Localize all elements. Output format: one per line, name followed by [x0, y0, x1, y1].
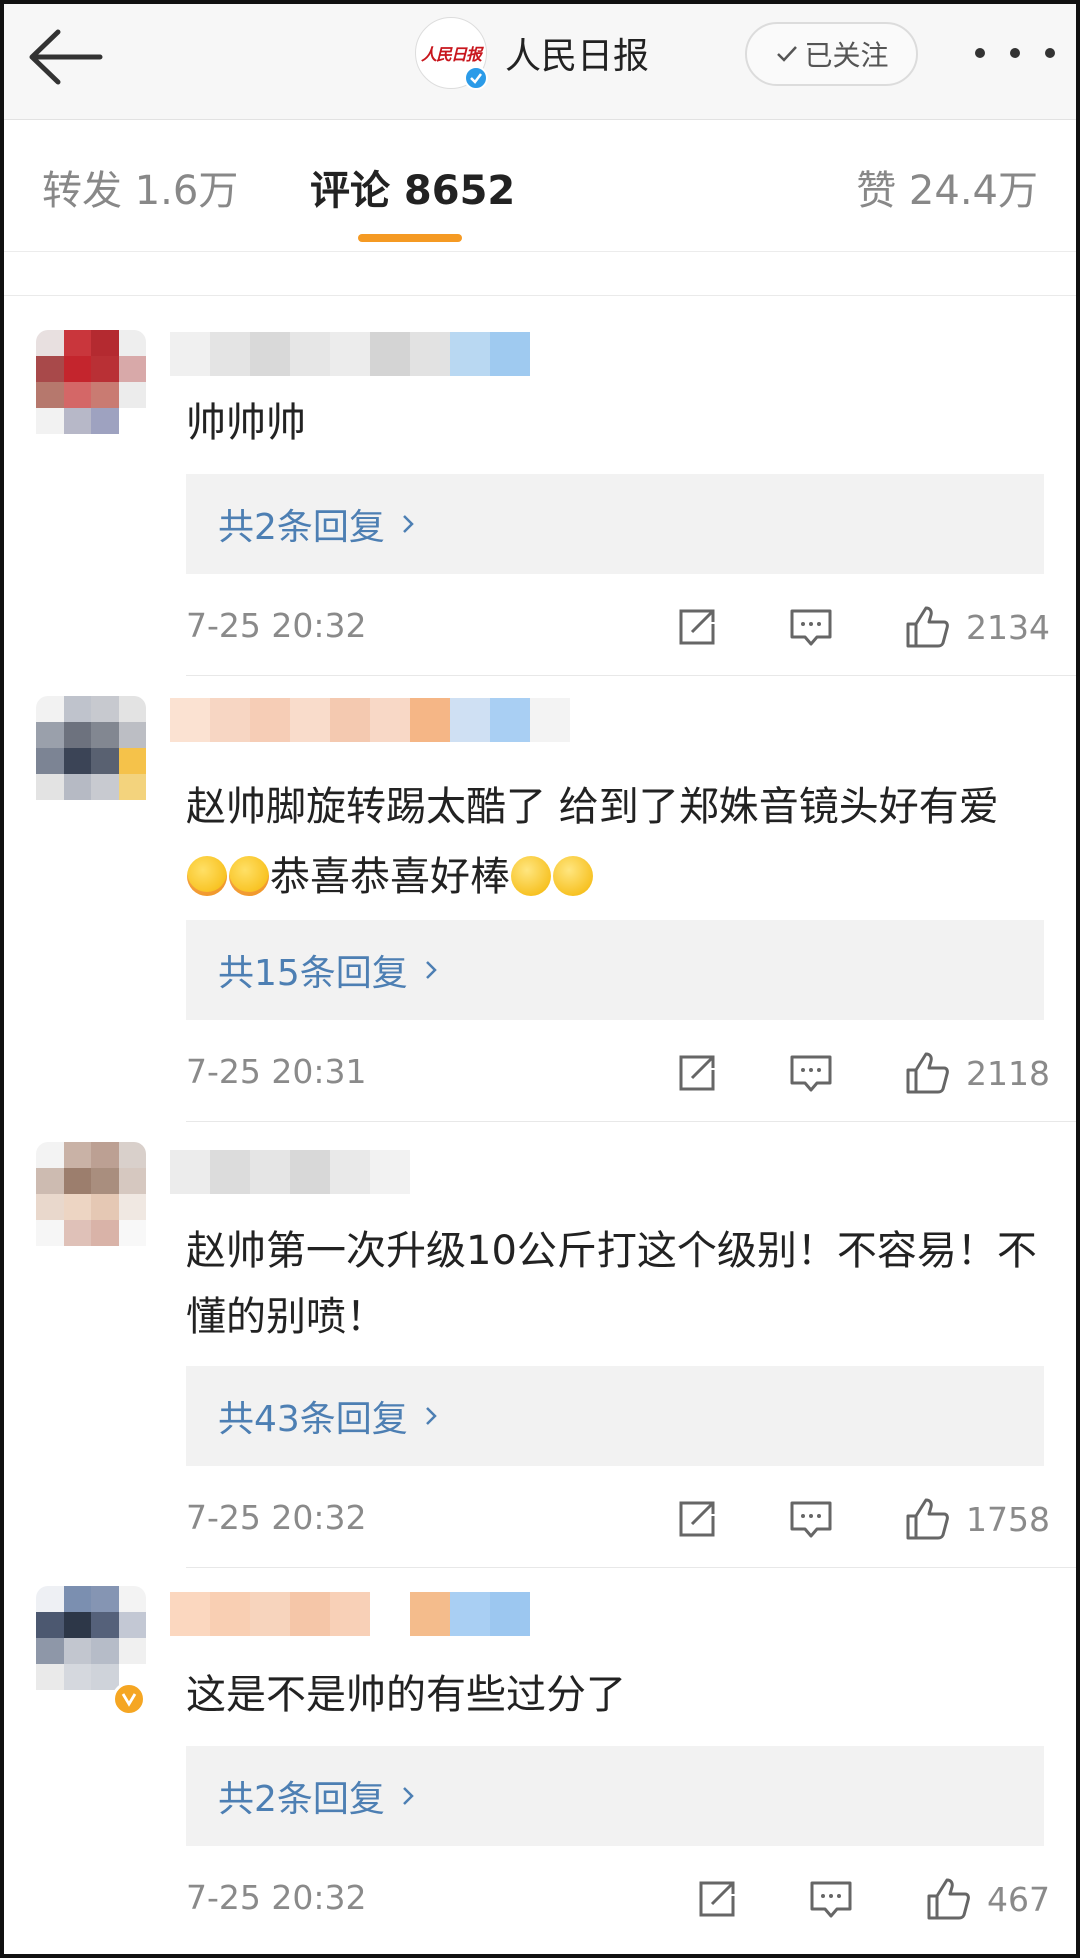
account-name[interactable]: 人民日报 [505, 27, 649, 79]
repost-icon[interactable] [692, 1874, 742, 1924]
repost-icon[interactable] [672, 1494, 722, 1544]
cheering-emoji-icon [511, 856, 551, 896]
like-button[interactable]: 1758 [902, 1494, 1050, 1544]
timestamp: 7-25 20:32 [186, 1498, 367, 1537]
active-tab-indicator [358, 234, 462, 242]
comment-text-part1: 赵帅脚旋转踢太酷了 给到了郑姝音镜头好有爱 [186, 784, 999, 830]
thumbs-up-icon [906, 606, 949, 648]
comment-meta: 7-25 20:32 467 [186, 1874, 1050, 1924]
like-button[interactable]: 2118 [902, 1048, 1050, 1098]
comment-text: 赵帅脚旋转踢太酷了 给到了郑姝音镜头好有爱恭喜恭喜好棒 [186, 772, 1040, 912]
check-icon [777, 46, 798, 62]
avatar[interactable] [36, 696, 146, 826]
avatar[interactable] [36, 1142, 146, 1272]
account-header[interactable]: 人民日报 人民日报 [415, 17, 649, 90]
follow-button[interactable]: 已关注 [745, 22, 918, 86]
comment-item: 帅帅帅 共2条回复 7-25 20:32 2134 [0, 296, 1080, 676]
timestamp: 7-25 20:32 [186, 1878, 367, 1917]
back-button[interactable] [22, 22, 112, 92]
username-pixelated[interactable] [170, 332, 530, 376]
account-avatar[interactable]: 人民日报 [415, 17, 488, 90]
like-button[interactable]: 467 [923, 1874, 1050, 1924]
comment-meta: 7-25 20:31 2118 [186, 1048, 1050, 1098]
reply-count-label: 共2条回复 [218, 507, 385, 548]
view-replies-button[interactable]: 共15条回复 [186, 920, 1044, 1020]
tab-repost[interactable]: 转发 1.6万 [42, 158, 238, 216]
tab-bar: 转发 1.6万 评论 8652 赞 24.4万 [0, 120, 1080, 252]
like-count: 2134 [966, 607, 1050, 647]
chevron-right-icon [403, 1787, 414, 1805]
top-nav-bar: 人民日报 人民日报 已关注 [0, 0, 1080, 120]
username-pixelated[interactable] [170, 698, 570, 742]
more-dots-icon[interactable] [975, 38, 1055, 68]
account-logo-text: 人民日报 [420, 45, 482, 64]
view-replies-button[interactable]: 共2条回复 [186, 474, 1044, 574]
comment-icon[interactable] [806, 1874, 856, 1924]
username-pixelated[interactable] [170, 1592, 530, 1636]
comment-icon[interactable] [786, 602, 836, 652]
comment-text: 这是不是帅的有些过分了 [186, 1672, 626, 1718]
chevron-right-icon [425, 961, 437, 979]
previous-comment-partial [0, 252, 1080, 296]
blowing-kiss-emoji-icon [187, 856, 227, 896]
comment-text-part2: 恭喜恭喜好棒 [270, 854, 510, 900]
vip-badge-icon [112, 1682, 146, 1716]
tab-comment[interactable]: 评论 8652 [310, 158, 515, 216]
timestamp: 7-25 20:32 [186, 606, 367, 645]
chevron-right-icon [403, 515, 414, 533]
comment-icon[interactable] [786, 1494, 836, 1544]
comment-item: 这是不是帅的有些过分了 共2条回复 7-25 20:32 467 [0, 1568, 1080, 1958]
verified-icon [464, 66, 488, 90]
like-count: 1758 [966, 1499, 1050, 1539]
avatar[interactable] [36, 330, 146, 460]
back-arrow-icon [29, 29, 103, 85]
reply-count-label: 共43条回复 [218, 1399, 408, 1440]
repost-icon[interactable] [672, 1048, 722, 1098]
reply-count-label: 共2条回复 [218, 1779, 385, 1820]
username-pixelated[interactable] [170, 1150, 410, 1194]
like-count: 467 [987, 1879, 1050, 1919]
comment-meta: 7-25 20:32 2134 [186, 602, 1050, 652]
comment-text: 帅帅帅 [186, 400, 306, 446]
comment-item: 赵帅第一次升级10公斤打这个级别！不容易！不懂的别喷！ 共43条回复 7-25 … [0, 1122, 1080, 1568]
like-count: 2118 [966, 1053, 1050, 1093]
chevron-right-icon [425, 1407, 437, 1425]
like-button[interactable]: 2134 [902, 602, 1050, 652]
view-replies-button[interactable]: 共43条回复 [186, 1366, 1044, 1466]
view-replies-button[interactable]: 共2条回复 [186, 1746, 1044, 1846]
comment-text: 赵帅第一次升级10公斤打这个级别！不容易！不懂的别喷！ [186, 1228, 1037, 1340]
thumbs-up-icon [906, 1498, 949, 1540]
thumbs-up-icon [906, 1052, 949, 1094]
follow-label: 已关注 [804, 39, 889, 72]
blowing-kiss-emoji-icon [229, 856, 269, 896]
cheering-emoji-icon [553, 856, 593, 896]
repost-icon[interactable] [672, 602, 722, 652]
timestamp: 7-25 20:31 [186, 1052, 367, 1091]
reply-count-label: 共15条回复 [218, 953, 408, 994]
comment-icon[interactable] [786, 1048, 836, 1098]
comment-item: 赵帅脚旋转踢太酷了 给到了郑姝音镜头好有爱恭喜恭喜好棒 共15条回复 7-25 … [0, 676, 1080, 1122]
tab-like[interactable]: 赞 24.4万 [856, 158, 1038, 216]
comment-meta: 7-25 20:32 1758 [186, 1494, 1050, 1544]
thumbs-up-icon [927, 1878, 970, 1920]
